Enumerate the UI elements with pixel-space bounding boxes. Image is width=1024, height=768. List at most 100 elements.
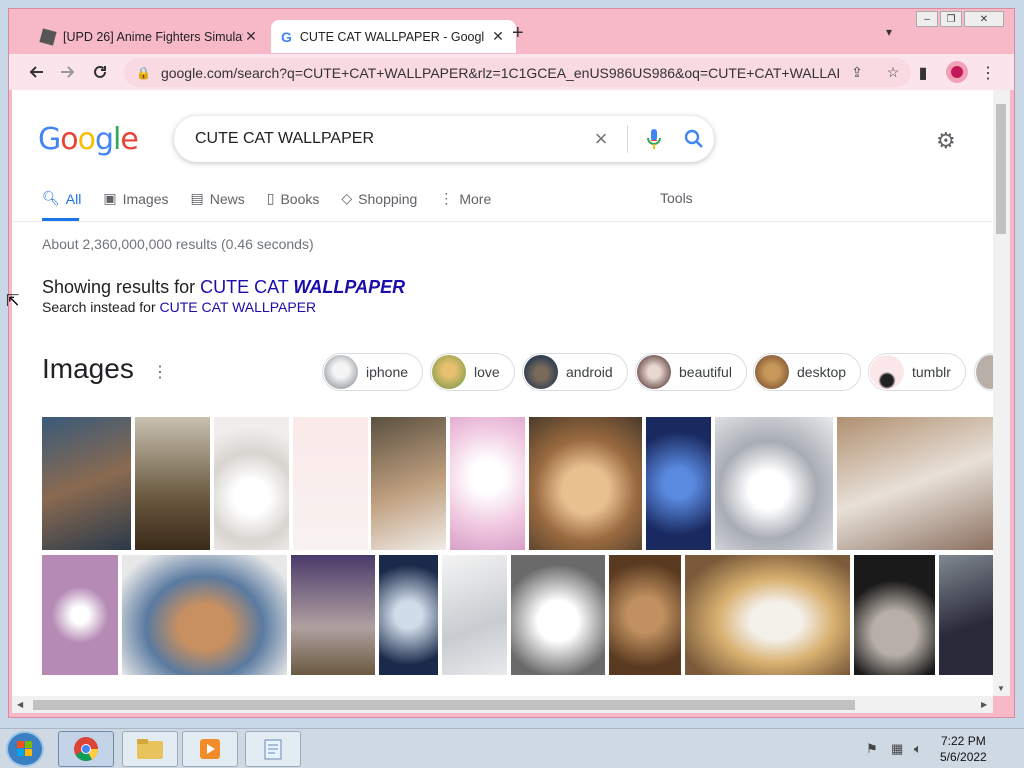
original-query-link[interactable]: CUTE CAT WALLPAPER [160, 299, 317, 315]
tab-images[interactable]: ▣ Images [103, 190, 168, 207]
taskbar-notepad[interactable] [245, 731, 301, 767]
image-result[interactable] [609, 555, 681, 675]
image-result[interactable] [379, 555, 438, 675]
search-divider [627, 125, 628, 153]
side-panel-icon[interactable]: ▮ [912, 62, 934, 84]
clear-search-icon[interactable]: × [581, 126, 621, 152]
images-options-dots-icon[interactable]: ⋮ [152, 362, 168, 382]
image-result[interactable] [646, 417, 711, 550]
image-result[interactable] [837, 417, 993, 550]
tab-search-chevron-down-icon[interactable]: ▾ [886, 25, 892, 39]
profile-avatar[interactable] [946, 61, 968, 83]
image-result[interactable] [42, 555, 118, 675]
microphone-icon[interactable] [634, 129, 674, 149]
close-window-button[interactable]: ✕ [964, 11, 1004, 27]
logo-letter: g [94, 122, 114, 157]
tab-all[interactable]: 🔍︎ All [42, 190, 81, 207]
image-result[interactable] [135, 417, 210, 550]
image-result[interactable] [42, 417, 131, 550]
image-result[interactable] [371, 417, 446, 550]
arrow-left-icon [29, 66, 43, 78]
tab-books[interactable]: ▯ Books [267, 190, 320, 207]
scroll-down-arrow-icon[interactable]: ▼ [997, 684, 1005, 693]
scroll-right-arrow-icon[interactable]: ▶ [981, 700, 987, 709]
image-result[interactable] [291, 555, 375, 675]
chip-android[interactable]: android [522, 353, 628, 391]
action-center-flag-icon[interactable]: ⚑ [866, 741, 878, 757]
tab-label: Books [280, 190, 320, 207]
image-result[interactable] [854, 555, 935, 675]
page-content: Google CUTE CAT WALLPAPER × ⚙ ⋮ 🔍︎ All ▣ I… [12, 90, 993, 696]
chip-desktop[interactable]: desktop [753, 353, 862, 391]
new-tab-button[interactable]: + [512, 23, 524, 43]
tab-title: CUTE CAT WALLPAPER - Googl [299, 29, 485, 44]
google-favicon-icon: G [281, 28, 292, 45]
vertical-scroll-thumb[interactable] [996, 104, 1006, 234]
taskbar-media-player[interactable] [182, 731, 238, 767]
image-result[interactable] [685, 555, 850, 675]
start-button-windows-icon[interactable] [6, 731, 44, 767]
image-result[interactable] [450, 417, 525, 550]
corrected-query-plain: CUTE CAT [200, 277, 294, 297]
chip-beautiful[interactable]: beautiful [635, 353, 747, 391]
taskbar-file-explorer[interactable] [122, 731, 178, 767]
tools-button[interactable]: Tools [660, 190, 693, 206]
taskbar-chrome[interactable] [58, 731, 114, 767]
tab-close-icon[interactable]: ✕ [243, 28, 259, 45]
chrome-menu-icon[interactable]: ⋮ [977, 62, 999, 84]
scroll-left-arrow-icon[interactable]: ◀ [17, 700, 23, 709]
chip-thumbnail [870, 355, 904, 389]
search-box[interactable]: CUTE CAT WALLPAPER × [174, 116, 714, 162]
tab-news[interactable]: ▤ News [191, 190, 245, 207]
tab-more[interactable]: ⋮ More [439, 190, 491, 207]
image-result[interactable] [442, 555, 507, 675]
image-result[interactable] [122, 555, 287, 675]
tab-close-icon[interactable]: ✕ [490, 28, 506, 45]
image-result[interactable] [939, 555, 993, 675]
minimize-button[interactable]: – [916, 11, 938, 27]
search-tabs: 🔍︎ All ▣ Images ▤ News ▯ Books ◇ Shopping ⋮ Mo… [42, 190, 491, 207]
image-result[interactable] [715, 417, 833, 550]
tab-cute-cat-wallpaper[interactable]: G CUTE CAT WALLPAPER - Googl ✕ [271, 20, 516, 53]
bookmark-star-icon[interactable]: ☆ [875, 64, 911, 81]
system-clock[interactable]: 7:22 PM 5/6/2022 [940, 733, 987, 765]
windows-logo-icon [17, 741, 32, 756]
image-result[interactable] [293, 417, 368, 550]
chip-love[interactable]: love [430, 353, 515, 391]
image-icon: ▣ [103, 190, 117, 206]
search-input[interactable]: CUTE CAT WALLPAPER [195, 130, 581, 148]
settings-gear-icon[interactable]: ⚙ [936, 128, 956, 154]
google-logo[interactable]: Google [38, 122, 139, 157]
google-apps-dots-icon[interactable]: ⋮ [984, 128, 993, 153]
chip-more[interactable] [974, 353, 993, 391]
forward-button[interactable] [57, 61, 79, 83]
reload-button[interactable] [89, 61, 111, 83]
chip-label: beautiful [679, 364, 732, 380]
clock-date: 5/6/2022 [940, 750, 987, 764]
reload-icon [94, 65, 106, 78]
tab-anime-fighters[interactable]: [UPD 26] Anime Fighters Simulat ✕ [31, 20, 269, 53]
tab-title: [UPD 26] Anime Fighters Simulat [63, 29, 243, 44]
chip-iphone[interactable]: iphone [322, 353, 424, 391]
search-instead-for: Search instead for CUTE CAT WALLPAPER [42, 299, 316, 315]
browser-toolbar: 🔒 google.com/search?q=CUTE+CAT+WALLPAPER… [9, 54, 1014, 90]
tab-label: All [65, 190, 82, 207]
restore-button[interactable]: ❐ [940, 11, 962, 27]
address-url[interactable]: google.com/search?q=CUTE+CAT+WALLPAPER&r… [161, 65, 839, 81]
image-result[interactable] [214, 417, 289, 550]
horizontal-scroll-thumb[interactable] [33, 700, 855, 710]
tab-shopping[interactable]: ◇ Shopping [341, 190, 417, 207]
network-icon[interactable]: ▦ [891, 741, 903, 757]
image-result[interactable] [511, 555, 605, 675]
chip-tumblr[interactable]: tumblr [868, 353, 966, 391]
chip-thumbnail [432, 355, 466, 389]
address-bar[interactable]: 🔒 google.com/search?q=CUTE+CAT+WALLPAPER… [124, 58, 911, 87]
chip-label: desktop [797, 364, 847, 380]
arrow-right-icon [61, 66, 75, 78]
image-result[interactable] [529, 417, 642, 550]
search-icon[interactable] [674, 129, 714, 149]
back-button[interactable] [25, 61, 47, 83]
volume-icon[interactable]: 🔈︎ [914, 741, 922, 757]
share-icon[interactable]: ⇪ [839, 64, 875, 81]
corrected-query-link[interactable]: CUTE CAT WALLPAPER [200, 277, 405, 297]
